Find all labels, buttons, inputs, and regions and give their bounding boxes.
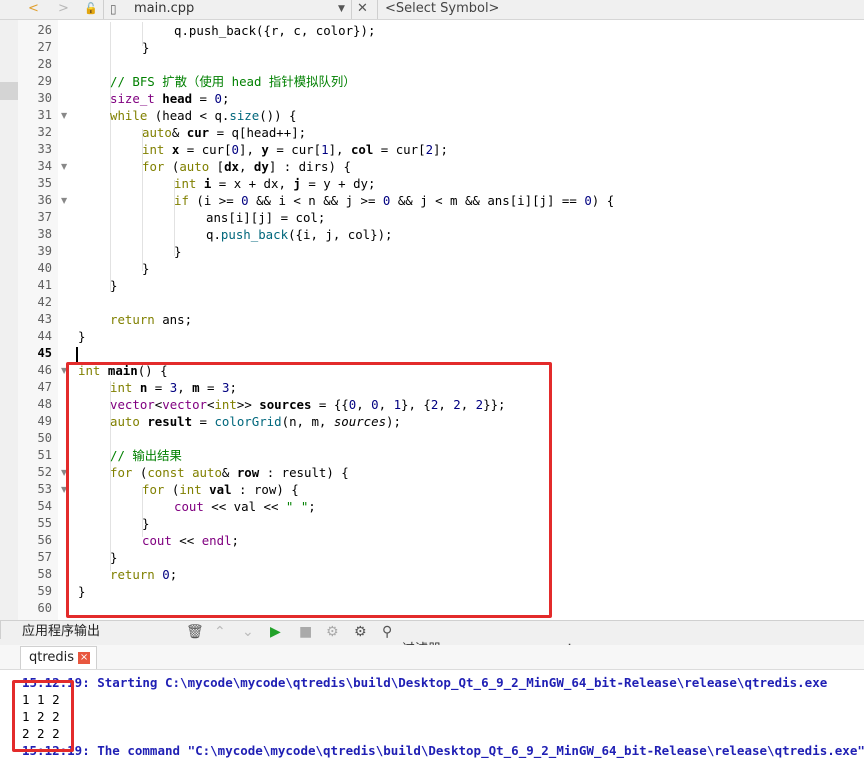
output-panel-header: 应用程序输出 🗑 ⌃ ⌄ ▶ ■ ⚙ ⚙ ⚲ 过滤器 + − — [0, 620, 864, 660]
output-tab-bar: qtredis × — [0, 645, 864, 670]
code-line: } — [78, 329, 86, 344]
line-number: 57 — [37, 550, 52, 564]
line-number: 29 — [37, 74, 52, 88]
code-line: int i = x + dx, j = y + dy; — [174, 176, 376, 191]
fold-arrow-icon[interactable]: ▼ — [61, 192, 67, 209]
output-console[interactable]: 15:12:19: Starting C:\mycode\mycode\qtre… — [0, 670, 864, 776]
code-line: auto& cur = q[head++]; — [142, 125, 307, 140]
left-sidebar-strip — [0, 20, 19, 620]
output-panel-title: 应用程序输出 — [22, 624, 101, 639]
debug-run-icon[interactable]: ⚙ — [326, 621, 339, 643]
arrow-down-icon[interactable]: ⌄ — [242, 621, 254, 643]
line-number: 40 — [37, 261, 52, 275]
line-number: 37 — [37, 210, 52, 224]
lock-icon: 🔓 — [84, 2, 98, 15]
line-number: 46 — [37, 363, 52, 377]
close-icon[interactable]: × — [78, 651, 91, 664]
line-number: 58 — [37, 567, 52, 581]
line-number: 50 — [37, 431, 52, 445]
line-number: 39 — [37, 244, 52, 258]
line-number: 59 — [37, 584, 52, 598]
highlight-box-main — [66, 362, 552, 618]
line-number: 45 — [37, 346, 52, 360]
line-number: 42 — [37, 295, 52, 309]
line-number: 54 — [37, 499, 52, 513]
line-number: 43 — [37, 312, 52, 326]
code-line: // BFS 扩散（使用 head 指针模拟队列） — [110, 74, 356, 89]
line-number: 60 — [37, 601, 52, 615]
line-number: 35 — [37, 176, 52, 190]
code-line: ans[i][j] = col; — [206, 210, 326, 225]
code-line: } — [110, 278, 118, 293]
close-icon[interactable]: ✕ — [357, 0, 368, 18]
search-icon: ⚲ — [382, 624, 393, 640]
line-number: 26 — [37, 23, 52, 37]
line-number: 55 — [37, 516, 52, 530]
line-number: 49 — [37, 414, 52, 428]
code-line: for (auto [dx, dy] : dirs) { — [142, 159, 351, 174]
code-line: if (i >= 0 && i < n && j >= 0 && j < m &… — [174, 193, 615, 208]
line-number: 48 — [37, 397, 52, 411]
chevron-down-icon[interactable]: ▼ — [338, 0, 345, 18]
log-end-line: 15:12:19: The command "C:\mycode\mycode\… — [22, 743, 864, 758]
trash-icon[interactable]: 🗑 — [186, 621, 204, 643]
code-line: size_t head = 0; — [110, 91, 230, 106]
code-line: q.push_back({i, j, col}); — [206, 227, 393, 242]
line-number: 52 — [37, 465, 52, 479]
highlight-box-output — [12, 680, 74, 752]
stop-icon[interactable]: ■ — [299, 621, 312, 643]
line-number: 31 — [37, 108, 52, 122]
line-number: 34 — [37, 159, 52, 173]
log-start-line: 15:12:19: Starting C:\mycode\mycode\qtre… — [22, 675, 828, 690]
arrow-up-icon[interactable]: ⌃ — [214, 621, 226, 643]
code-line: return ans; — [110, 312, 193, 327]
fold-arrow-icon[interactable]: ▼ — [61, 158, 67, 175]
back-icon[interactable]: < — [28, 0, 39, 18]
code-line: int x = cur[0], y = cur[1], col = cur[2]… — [142, 142, 448, 157]
settings-icon[interactable]: ⚙ — [354, 621, 367, 643]
fold-arrow-icon[interactable]: ▼ — [61, 107, 67, 124]
line-number: 27 — [37, 40, 52, 54]
run-icon[interactable]: ▶ — [270, 621, 281, 643]
file-icon: ▯ — [110, 2, 117, 16]
line-number: 51 — [37, 448, 52, 462]
forward-icon[interactable]: > — [58, 0, 69, 18]
indent-guide — [110, 22, 111, 292]
line-number: 56 — [37, 533, 52, 547]
code-line: } — [142, 261, 150, 276]
code-line: } — [142, 40, 150, 55]
line-number: 53 — [37, 482, 52, 496]
tab-label: qtredis — [29, 650, 75, 665]
tab-qtredis[interactable]: qtredis × — [20, 646, 98, 669]
line-number: 38 — [37, 227, 52, 241]
line-number: 28 — [37, 57, 52, 71]
editor-toolbar: < > 🔓 ▯ main.cpp ▼ ✕ <Select Symbol> — [0, 0, 864, 20]
code-line: q.push_back({r, c, color}); — [174, 23, 376, 38]
code-line: } — [174, 244, 182, 259]
symbol-selector[interactable]: <Select Symbol> — [385, 0, 499, 18]
line-number: 33 — [37, 142, 52, 156]
line-number: 47 — [37, 380, 52, 394]
line-number: 36 — [37, 193, 52, 207]
line-number: 32 — [37, 125, 52, 139]
code-line: while (head < q.size()) { — [110, 108, 297, 123]
line-number: 30 — [37, 91, 52, 105]
text-cursor — [76, 347, 78, 362]
line-number: 44 — [37, 329, 52, 343]
line-number: 41 — [37, 278, 52, 292]
file-selector[interactable]: main.cpp — [134, 0, 194, 18]
